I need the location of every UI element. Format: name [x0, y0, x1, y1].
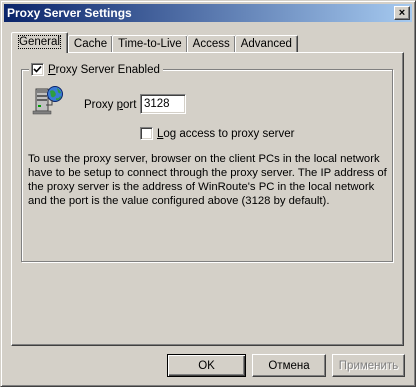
log-access-label: Log access to proxy server	[157, 127, 295, 140]
window-title: Proxy Server Settings	[7, 6, 132, 20]
tab-cache-label: Cache	[73, 38, 108, 50]
tab-time-to-live[interactable]: Time-to-Live	[112, 35, 188, 53]
tab-advanced-label: Advanced	[240, 38, 292, 50]
network-server-icon	[32, 86, 63, 115]
tab-time-to-live-label: Time-to-Live	[118, 38, 182, 50]
proxy-enabled-checkbox-row[interactable]: Proxy Server Enabled	[29, 62, 163, 77]
proxy-port-input[interactable]	[140, 94, 186, 114]
ok-button-label: OK	[198, 359, 215, 372]
proxy-enabled-label: Proxy Server Enabled	[48, 63, 160, 76]
title-bar[interactable]: Proxy Server Settings ×	[4, 4, 412, 22]
tab-general[interactable]: General	[11, 32, 68, 53]
proxy-enabled-checkbox[interactable]	[31, 63, 44, 76]
proxy-settings-dialog: Proxy Server Settings × General Cache Ti…	[0, 0, 416, 387]
tab-access-label: Access	[192, 38, 230, 50]
apply-button[interactable]: Применить	[332, 354, 405, 377]
tab-advanced[interactable]: Advanced	[234, 35, 298, 53]
checkmark-icon	[33, 65, 42, 73]
cancel-button[interactable]: Отмена	[252, 354, 326, 377]
proxy-port-label: Proxy port :	[84, 99, 143, 111]
tab-access[interactable]: Access	[186, 35, 236, 53]
proxy-description: To use the proxy server, browser on the …	[28, 153, 387, 207]
tab-general-label: General	[18, 35, 61, 49]
tab-strip: General Cache Time-to-Live Access Advanc…	[11, 32, 298, 53]
tab-cache[interactable]: Cache	[67, 35, 114, 53]
log-access-checkbox-row[interactable]: Log access to proxy server	[140, 127, 294, 140]
apply-button-label: Применить	[338, 359, 399, 372]
log-access-checkbox[interactable]	[140, 127, 153, 140]
proxy-server-group: Proxy Server Enabled Proxy port : Log ac	[21, 62, 393, 262]
close-icon: ×	[398, 6, 406, 19]
close-button[interactable]: ×	[394, 6, 410, 20]
general-tab-panel: Proxy Server Enabled Proxy port : Log ac	[11, 52, 404, 346]
ok-button[interactable]: OK	[167, 354, 246, 377]
cancel-button-label: Отмена	[268, 359, 310, 372]
